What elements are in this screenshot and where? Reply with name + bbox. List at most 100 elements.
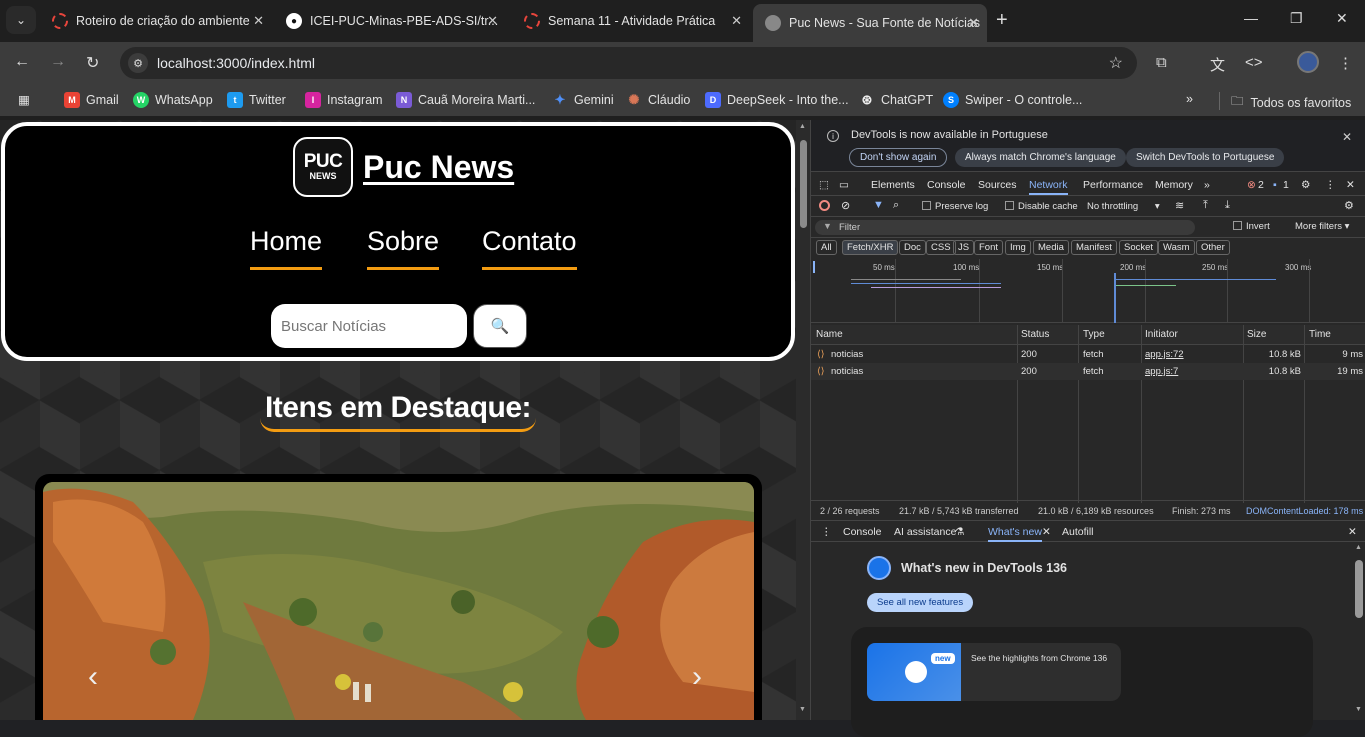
drawer-tab-whats-new[interactable]: What's new (988, 526, 1042, 542)
type-filter-js[interactable]: JS (953, 240, 975, 255)
featured-carousel[interactable] (35, 474, 762, 720)
bookmark-whatsapp[interactable]: W WhatsApp (133, 92, 213, 108)
more-tabs-chevron-icon[interactable]: » (1204, 179, 1210, 191)
puc-news-logo[interactable]: PUC NEWS (293, 137, 353, 197)
type-filter-media[interactable]: Media (1033, 240, 1069, 255)
bookmark-gmail[interactable]: M Gmail (64, 92, 119, 108)
filter-funnel-icon[interactable]: ▼ (873, 199, 884, 211)
code-icon[interactable]: <> (1245, 54, 1263, 71)
request-initiator-link[interactable]: app.js:7 (1145, 366, 1178, 377)
record-icon[interactable] (819, 200, 830, 211)
tab-search-button[interactable]: ⌄ (6, 6, 36, 34)
translate-icon[interactable]: 文 (1210, 54, 1225, 75)
tab-elements[interactable]: Elements (871, 179, 915, 191)
drawer-tab-ai-assistance[interactable]: AI assistance (894, 526, 956, 538)
new-tab-plus-icon[interactable]: + (996, 9, 1008, 32)
scroll-down-icon[interactable]: ▼ (799, 706, 806, 713)
filter-input[interactable]: ▼ Filter (815, 220, 1195, 235)
scroll-down-icon[interactable]: ▼ (1355, 706, 1362, 713)
tab-puc-news[interactable]: Puc News - Sua Fonte de Notícias ✕ (753, 4, 987, 42)
type-filter-other[interactable]: Other (1196, 240, 1230, 255)
type-filter-manifest[interactable]: Manifest (1071, 240, 1117, 255)
dont-show-again-button[interactable]: Don't show again (849, 148, 948, 167)
drawer-tab-console[interactable]: Console (843, 526, 882, 538)
type-filter-wasm[interactable]: Wasm (1158, 240, 1195, 255)
bookmark-gemini[interactable]: ✦ Gemini (552, 92, 614, 108)
table-row[interactable]: ⟨⟩ noticias 200 fetch app.js:7 10.8 kB 1… (811, 363, 1365, 380)
site-title-link[interactable]: Puc News (363, 149, 514, 186)
all-bookmarks-folder[interactable]: 🗀 Todos os favoritos (1231, 92, 1351, 113)
reload-icon[interactable]: ↻ (86, 53, 99, 73)
profile-avatar[interactable] (1297, 51, 1319, 73)
message-count[interactable]: 1 (1283, 179, 1289, 191)
search-button[interactable]: 🔍 (473, 304, 527, 348)
wifi-conditions-icon[interactable]: ≋ (1175, 199, 1184, 212)
search-input[interactable] (271, 304, 467, 348)
tab-network[interactable]: Network (1029, 179, 1068, 195)
bookmark-star-icon[interactable]: ☆ (1109, 53, 1123, 73)
close-icon[interactable]: ✕ (1342, 130, 1352, 144)
url-text[interactable]: localhost:3000/index.html (157, 55, 315, 71)
timeline-handle-left[interactable] (813, 261, 815, 273)
type-filter-css[interactable]: CSS (926, 240, 956, 255)
bookmark-claudio[interactable]: ✺ Cláudio (626, 92, 691, 108)
scroll-up-icon[interactable]: ▲ (799, 123, 806, 130)
type-filter-img[interactable]: Img (1005, 240, 1031, 255)
col-size[interactable]: Size (1247, 329, 1266, 340)
message-icon[interactable]: ▪ (1273, 179, 1277, 191)
tab-github[interactable]: ● ICEI-PUC-Minas-PBE-ADS-SI/tr... ✕ (274, 6, 506, 36)
type-filter-fetch-xhr[interactable]: Fetch/XHR (842, 240, 899, 255)
tab-sources[interactable]: Sources (978, 179, 1017, 191)
network-settings-gear-icon[interactable]: ⚙ (1344, 199, 1354, 212)
type-filter-font[interactable]: Font (974, 240, 1004, 255)
restore-icon[interactable]: ❐ (1290, 10, 1303, 27)
apps-grid-icon[interactable]: ▦ (18, 92, 30, 107)
tab-performance[interactable]: Performance (1083, 179, 1143, 191)
more-filters-dropdown[interactable]: More filters ▾ (1295, 221, 1349, 232)
close-icon[interactable]: ✕ (731, 13, 742, 29)
table-row[interactable]: ⟨⟩ noticias 200 fetch app.js:72 10.8 kB … (811, 346, 1365, 363)
scroll-up-icon[interactable]: ▲ (1355, 544, 1362, 551)
type-filter-all[interactable]: All (816, 240, 837, 255)
col-name[interactable]: Name (816, 329, 843, 340)
window-close-icon[interactable]: ✕ (1336, 10, 1348, 27)
import-har-icon[interactable]: ⤒ (1203, 199, 1208, 212)
carousel-next-chevron-icon[interactable]: › (692, 660, 702, 694)
bookmark-chatgpt[interactable]: ⊛ ChatGPT (859, 92, 934, 108)
more-bookmarks-chevron-icon[interactable]: » (1186, 92, 1193, 106)
throttling-select[interactable]: No throttling ▾ (1087, 201, 1160, 212)
match-language-button[interactable]: Always match Chrome's language (955, 148, 1126, 167)
close-icon[interactable]: ✕ (487, 13, 498, 29)
close-devtools-icon[interactable]: ✕ (1346, 179, 1355, 191)
scrollbar-thumb[interactable] (800, 140, 807, 228)
inspect-element-icon[interactable]: ⬚ (819, 179, 829, 191)
highlights-video-card[interactable]: new See the highlights from Chrome 136 (867, 643, 1121, 701)
see-all-features-button[interactable]: See all new features (867, 593, 974, 612)
tab-console[interactable]: Console (927, 179, 966, 191)
devtools-menu-dots-icon[interactable]: ⋮ (1325, 179, 1336, 191)
bookmark-instagram[interactable]: I Instagram (305, 92, 383, 108)
bookmark-twitter[interactable]: t Twitter (227, 92, 286, 108)
carousel-prev-chevron-icon[interactable]: ‹ (88, 660, 98, 694)
col-status[interactable]: Status (1021, 329, 1049, 340)
switch-portuguese-button[interactable]: Switch DevTools to Portuguese (1126, 148, 1285, 167)
menu-dots-icon[interactable]: ⋮ (1338, 54, 1353, 72)
col-time[interactable]: Time (1309, 329, 1331, 340)
col-type[interactable]: Type (1083, 329, 1105, 340)
site-info-icon[interactable]: ⚙ (128, 53, 148, 73)
drawer-scrollbar[interactable]: ▲ ▼ (1352, 542, 1365, 720)
tab-roteiro[interactable]: Roteiro de criação do ambiente ✕ (40, 6, 272, 36)
close-icon[interactable]: ✕ (253, 13, 264, 29)
nav-contato[interactable]: Contato (482, 226, 577, 270)
export-har-icon[interactable]: ⤓ (1225, 199, 1230, 212)
request-initiator-link[interactable]: app.js:72 (1145, 349, 1184, 360)
extensions-icon[interactable]: ⧉ (1156, 54, 1167, 71)
col-initiator[interactable]: Initiator (1145, 329, 1178, 340)
nav-sobre[interactable]: Sobre (367, 226, 440, 270)
back-arrow-icon[interactable]: ← (14, 53, 30, 71)
close-icon[interactable]: ✕ (968, 15, 979, 31)
disable-cache-checkbox[interactable]: Disable cache (1005, 201, 1078, 212)
close-drawer-icon[interactable]: ✕ (1348, 526, 1357, 538)
clear-icon[interactable]: ⊘ (841, 199, 850, 212)
drawer-menu-dots-icon[interactable]: ⋮ (821, 526, 832, 538)
